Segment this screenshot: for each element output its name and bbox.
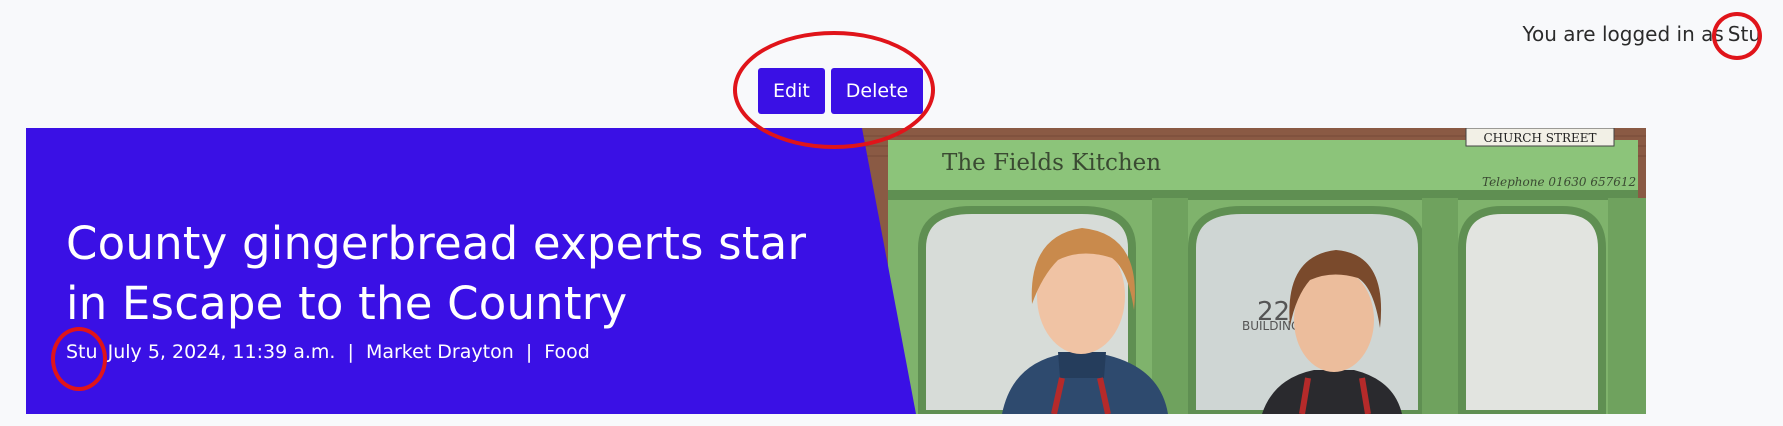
article-hero: CHURCH STREET The Fields Kitchen Telepho…	[26, 128, 1646, 414]
street-sign-text: CHURCH STREET	[1483, 131, 1596, 145]
article-date: July 5, 2024, 11:39 a.m.	[107, 341, 336, 363]
username-link[interactable]: Stu	[1711, 12, 1765, 60]
article-title[interactable]: County gingerbread experts star in Escap…	[66, 214, 846, 334]
delete-button[interactable]: Delete	[830, 68, 924, 114]
article-actions: Edit Delete	[758, 68, 924, 114]
article-photo: CHURCH STREET The Fields Kitchen Telepho…	[862, 128, 1646, 414]
meta-separator: |	[347, 341, 354, 363]
article-meta: Stu July 5, 2024, 11:39 a.m. | Market Dr…	[51, 327, 590, 391]
username-text: Stu	[1727, 22, 1761, 46]
location-link[interactable]: Market Drayton	[366, 341, 514, 363]
telephone-text: Telephone 01630 657612	[1482, 175, 1636, 189]
login-status: You are logged in as Stu	[1522, 12, 1765, 60]
edit-button[interactable]: Edit	[758, 68, 825, 114]
login-status-text: You are logged in as	[1522, 22, 1724, 46]
meta-separator: |	[525, 341, 533, 363]
category-link[interactable]: Food	[544, 341, 590, 363]
author-link[interactable]: Stu	[51, 327, 107, 391]
author-name: Stu	[66, 341, 98, 363]
shop-sign-text: The Fields Kitchen	[942, 150, 1161, 176]
